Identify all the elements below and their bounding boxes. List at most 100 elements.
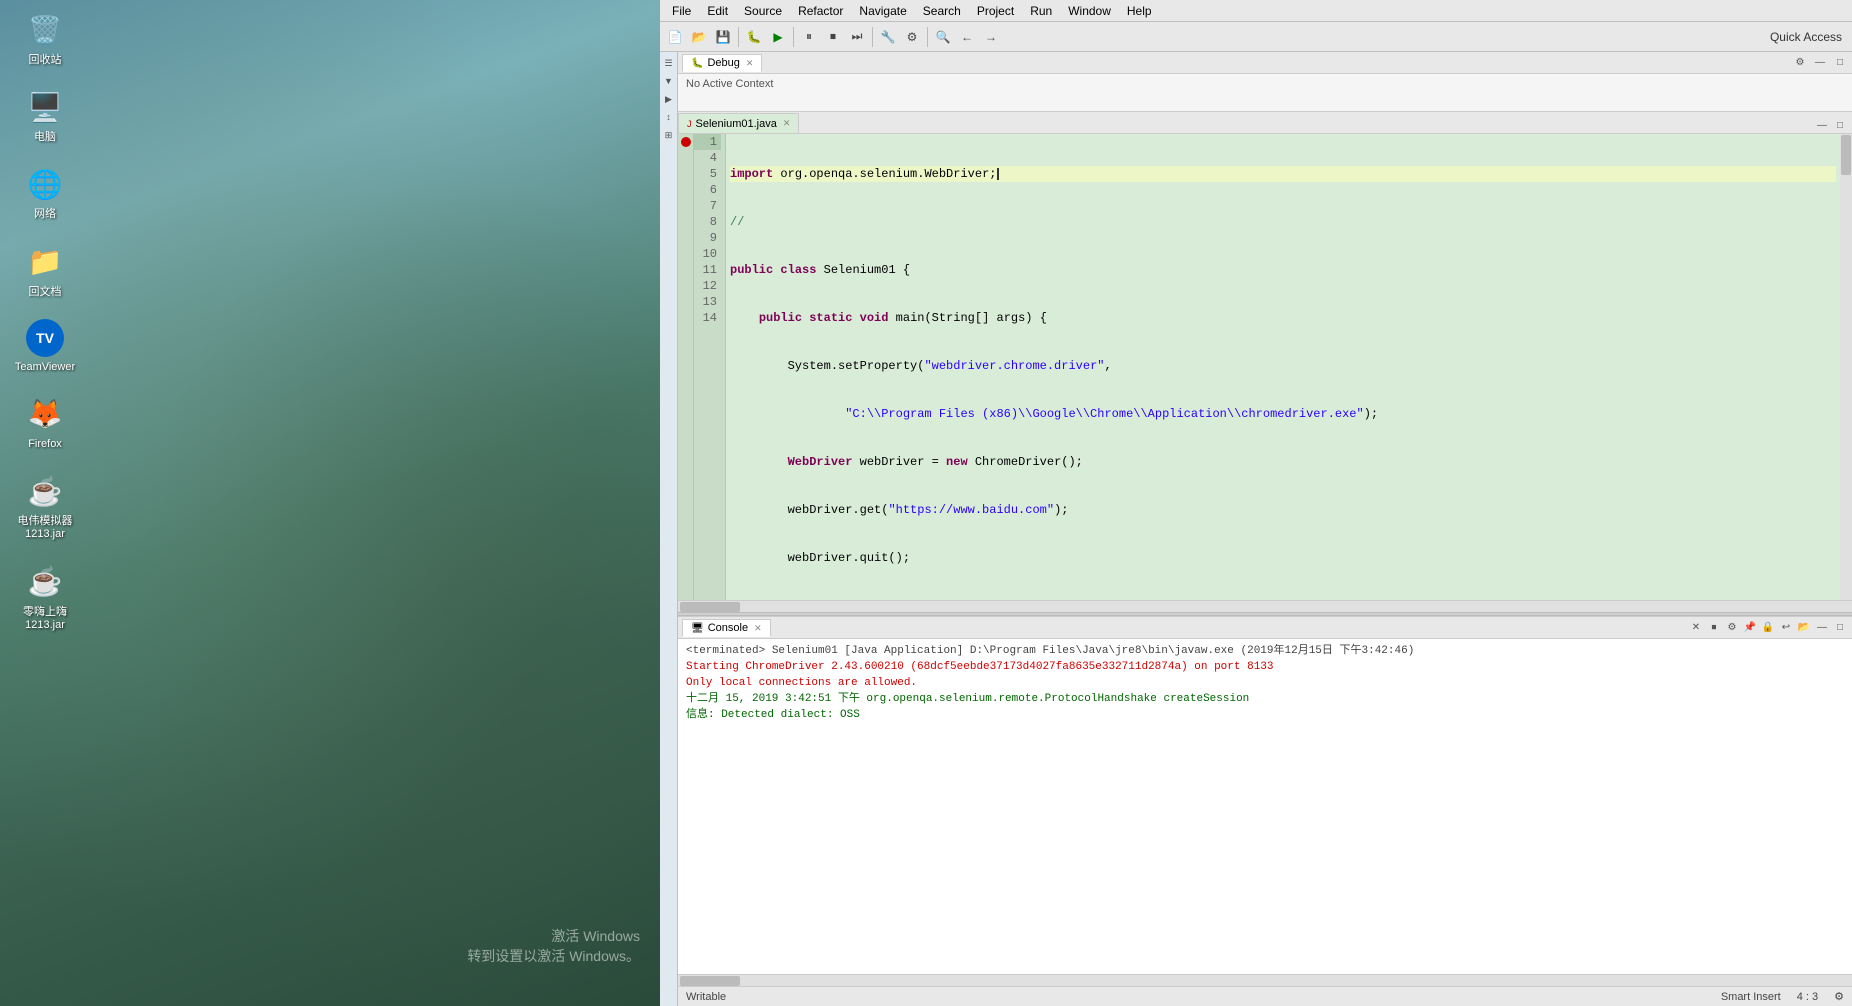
status-settings-icon[interactable]: ⚙ — [1834, 990, 1844, 1003]
console-horizontal-scrollbar[interactable] — [678, 974, 1852, 986]
editor-tab-close[interactable]: ✕ — [783, 118, 791, 129]
console-output-line-1: Starting ChromeDriver 2.43.600210 (68dcf… — [686, 659, 1844, 675]
firefox-label: Firefox — [28, 438, 62, 451]
console-settings-btn[interactable]: ⚙ — [1724, 620, 1740, 636]
debug-settings-btn[interactable]: ⚙ — [1792, 55, 1808, 71]
code-line-4: // — [730, 214, 1836, 230]
menu-edit[interactable]: Edit — [699, 2, 736, 20]
console-open-file-btn[interactable]: 📂 — [1796, 620, 1812, 636]
toolbar-btn-d[interactable]: 🔧 — [877, 26, 899, 48]
editor-h-scrollbar-thumb[interactable] — [680, 602, 740, 612]
code-editor[interactable]: 1 4 5 6 7 8 9 10 11 12 13 14 import org — [678, 134, 1852, 600]
toolbar-btn-f[interactable]: 🔍 — [932, 26, 954, 48]
toolbar-btn-a[interactable]: ⏸ — [798, 26, 820, 48]
sidebar-btn-2[interactable]: ▼ — [662, 74, 676, 88]
code-line-9: WebDriver webDriver = new ChromeDriver()… — [730, 454, 1836, 470]
menu-bar: File Edit Source Refactor Navigate Searc… — [660, 0, 1852, 22]
console-minimize-btn[interactable]: — — [1814, 620, 1830, 636]
desktop: 🗑️ 回收站 🖥️ 电脑 🌐 网络 📁 回文档 TV TeamViewer 🦊 … — [0, 0, 660, 1006]
console-tab[interactable]: 🖥 Console ✕ — [682, 619, 771, 637]
console-clear-btn[interactable]: ✕ — [1688, 620, 1704, 636]
java1-label: 电伟模拟器1213.jar — [18, 515, 73, 541]
menu-search[interactable]: Search — [915, 2, 969, 20]
editor-tab-bar: J Selenium01.java ✕ — □ — [678, 112, 1852, 134]
sidebar-btn-1[interactable]: ☰ — [662, 56, 676, 70]
recycle-icon: 🗑️ — [25, 10, 65, 50]
sidebar-btn-5[interactable]: ⊞ — [662, 128, 676, 142]
toolbar-btn-e[interactable]: ⚙ — [901, 26, 923, 48]
editor-minimize-btn[interactable]: — — [1814, 117, 1830, 133]
console-pin-btn[interactable]: 📌 — [1742, 620, 1758, 636]
toolbar-btn-g[interactable]: ← — [956, 26, 978, 48]
desktop-icon-network[interactable]: 🌐 网络 — [10, 164, 80, 221]
code-content[interactable]: import org.openqa.selenium.WebDriver; //… — [726, 134, 1840, 600]
sidebar-btn-4[interactable]: ↕ — [662, 110, 676, 124]
toolbar-run-btn[interactable]: ▶ — [767, 26, 789, 48]
toolbar-btn-b[interactable]: ⏹ — [822, 26, 844, 48]
menu-window[interactable]: Window — [1060, 2, 1119, 20]
menu-help[interactable]: Help — [1119, 2, 1160, 20]
menu-project[interactable]: Project — [969, 2, 1022, 20]
console-panel: 🖥 Console ✕ ✕ ⏹ ⚙ 📌 🔒 ↩ 📂 — — [678, 616, 1852, 986]
debug-maximize-btn[interactable]: □ — [1832, 55, 1848, 71]
debug-tab-close[interactable]: ✕ — [746, 58, 754, 69]
quick-access-button[interactable]: Quick Access — [1770, 30, 1842, 44]
toolbar-open-btn[interactable]: 📂 — [688, 26, 710, 48]
toolbar-btn-h[interactable]: → — [980, 26, 1002, 48]
menu-navigate[interactable]: Navigate — [851, 2, 914, 20]
menu-source[interactable]: Source — [736, 2, 790, 20]
sidebar-btn-3[interactable]: ▶ — [662, 92, 676, 106]
desktop-icon-teamviewer[interactable]: TV TeamViewer — [10, 319, 80, 374]
editor-scrollbar-thumb[interactable] — [1841, 135, 1851, 175]
debug-panel: 🐛 Debug ✕ ⚙ — □ No Active Context — [678, 52, 1852, 112]
menu-file[interactable]: File — [664, 2, 699, 20]
console-terminated-line: <terminated> Selenium01 [Java Applicatio… — [686, 643, 1844, 659]
desktop-icon-computer[interactable]: 🖥️ 电脑 — [10, 87, 80, 144]
toolbar-btn-c[interactable]: ⏭ — [846, 26, 868, 48]
breakpoint-marker — [681, 137, 691, 147]
eclipse-ide-window: File Edit Source Refactor Navigate Searc… — [660, 0, 1852, 1006]
console-maximize-btn[interactable]: □ — [1832, 620, 1848, 636]
java2-icon: ☕ — [25, 562, 65, 602]
menu-run[interactable]: Run — [1022, 2, 1060, 20]
editor-tab-selenium[interactable]: J Selenium01.java ✕ — [678, 113, 799, 133]
console-info-line-2: 信息: Detected dialect: OSS — [686, 707, 1844, 723]
computer-label: 电脑 — [34, 131, 56, 144]
line-num-12: 12 — [694, 278, 721, 294]
teamviewer-icon: TV — [26, 319, 64, 357]
desktop-icon-docs[interactable]: 📁 回文档 — [10, 242, 80, 299]
console-word-wrap-btn[interactable]: ↩ — [1778, 620, 1794, 636]
line-num-10: 10 — [694, 246, 721, 262]
console-scroll-lock-btn[interactable]: 🔒 — [1760, 620, 1776, 636]
desktop-background — [0, 0, 660, 1006]
ide-body: ☰ ▼ ▶ ↕ ⊞ 🐛 Debug ✕ ⚙ — — [660, 52, 1852, 1006]
status-writable: Writable — [686, 991, 726, 1003]
editor-vertical-scrollbar[interactable] — [1840, 134, 1852, 600]
console-tab-bar: 🖥 Console ✕ ✕ ⏹ ⚙ 📌 🔒 ↩ 📂 — — [678, 617, 1852, 639]
firefox-icon: 🦊 — [25, 394, 65, 434]
console-stop-btn[interactable]: ⏹ — [1706, 620, 1722, 636]
desktop-icon-recycle[interactable]: 🗑️ 回收站 — [10, 10, 80, 67]
status-insert-mode: Smart Insert — [1721, 991, 1781, 1003]
console-tab-label: Console — [708, 622, 748, 634]
menu-refactor[interactable]: Refactor — [790, 2, 851, 20]
toolbar-debug-btn[interactable]: 🐛 — [743, 26, 765, 48]
debug-minimize-btn[interactable]: — — [1812, 55, 1828, 71]
desktop-icon-java2[interactable]: ☕ 零嗨上嗨1213.jar — [10, 562, 80, 632]
java2-label: 零嗨上嗨1213.jar — [23, 606, 67, 632]
docs-label: 回文档 — [29, 286, 62, 299]
cursor — [997, 168, 999, 180]
desktop-icon-java1[interactable]: ☕ 电伟模拟器1213.jar — [10, 471, 80, 541]
editor-maximize-btn[interactable]: □ — [1832, 117, 1848, 133]
editor-horizontal-scrollbar[interactable] — [678, 600, 1852, 612]
console-tab-close[interactable]: ✕ — [754, 623, 762, 634]
toolbar-save-btn[interactable]: 💾 — [712, 26, 734, 48]
windows-activation-watermark: 激活 Windows 转到设置以激活 Windows。 — [467, 926, 640, 966]
line-num-5: 5 — [694, 166, 721, 182]
toolbar-new-btn[interactable]: 📄 — [664, 26, 686, 48]
debug-tab[interactable]: 🐛 Debug ✕ — [682, 54, 762, 72]
console-output-line-2: Only local connections are allowed. — [686, 675, 1844, 691]
desktop-icon-firefox[interactable]: 🦊 Firefox — [10, 394, 80, 451]
console-h-scrollbar-thumb[interactable] — [680, 976, 740, 986]
kw-import: import — [730, 166, 773, 182]
